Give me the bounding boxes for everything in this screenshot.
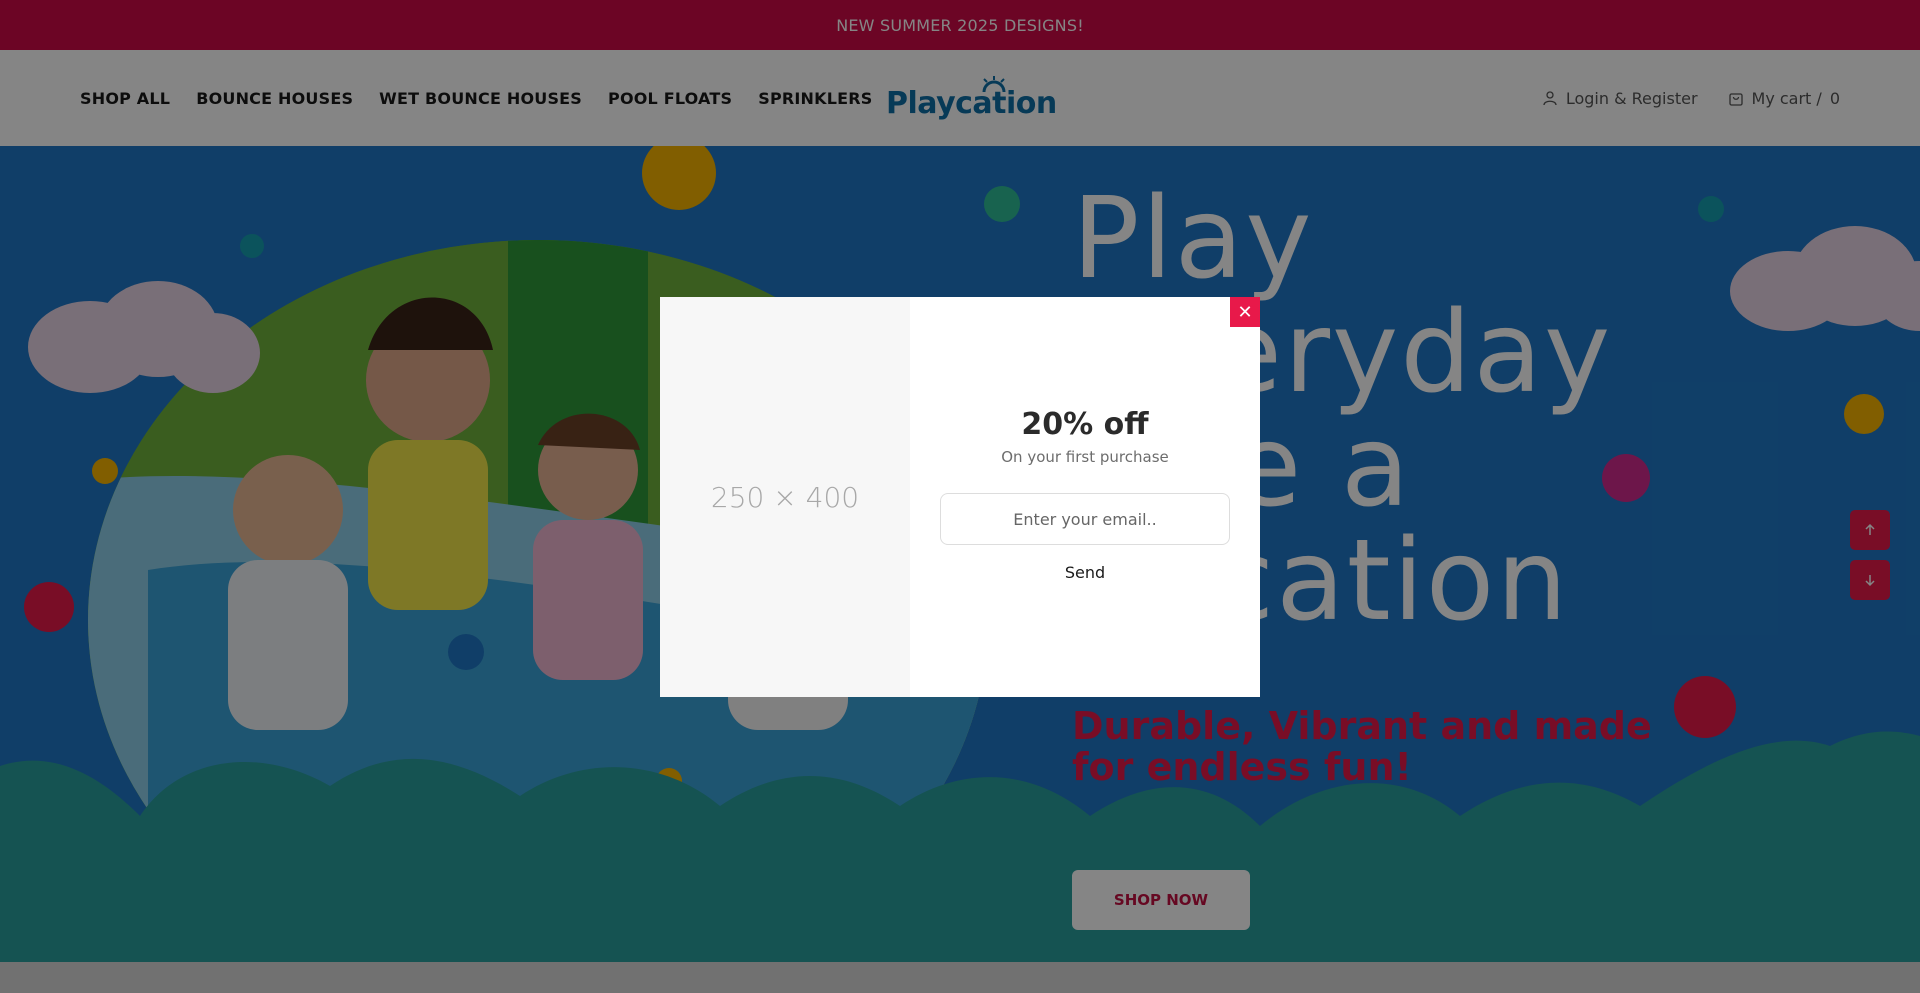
close-icon: ✕ [1237,301,1253,323]
placeholder-label: 250 × 400 [710,480,860,514]
send-button[interactable]: Send [1035,559,1135,585]
popup-close-button[interactable]: ✕ [1230,297,1260,327]
email-field[interactable] [940,493,1230,545]
popup-body: 20% off On your first purchase Send [910,297,1260,697]
popup-title: 20% off [1021,407,1149,442]
popup-image-placeholder: 250 × 400 [660,297,910,697]
popup-subtitle: On your first purchase [1001,448,1169,466]
newsletter-popup: 250 × 400 20% off On your first purchase… [660,297,1260,697]
